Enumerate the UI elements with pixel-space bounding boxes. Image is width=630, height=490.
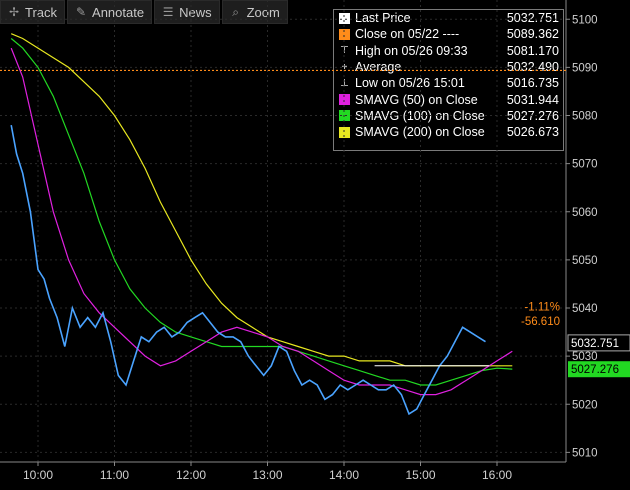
x-tick-label: 12:00 [176, 468, 206, 482]
y-tick-label: 5080 [572, 111, 598, 123]
x-tick-label: 16:00 [482, 468, 512, 482]
last-price-tag-label: 5032.751 [571, 338, 619, 350]
y-tick-label: 5040 [572, 303, 598, 315]
series-line-smavg-50-on-close [10, 47, 513, 396]
change-abs-label: -56.610 [521, 316, 560, 328]
y-tick-label: 5020 [572, 399, 598, 411]
sma-tag-label: 5027.276 [571, 364, 619, 376]
y-tick-label: 5100 [572, 14, 598, 26]
y-tick-label: 5070 [572, 159, 598, 171]
series-line-smavg-200-on-close [10, 33, 513, 367]
change-percent-label: -1.11% [524, 301, 560, 313]
price-chart[interactable]: 5010502050305040505050605070508050905100… [0, 0, 630, 490]
x-tick-label: 11:00 [100, 468, 129, 482]
y-tick-label: 5050 [572, 255, 598, 267]
y-tick-label: 5010 [572, 447, 598, 459]
y-tick-label: 5090 [572, 62, 598, 74]
x-tick-label: 14:00 [329, 468, 359, 482]
y-tick-label: 5060 [572, 207, 598, 219]
x-tick-label: 13:00 [252, 468, 282, 482]
x-tick-label: 15:00 [405, 468, 435, 482]
x-tick-label: 10:00 [23, 468, 53, 482]
